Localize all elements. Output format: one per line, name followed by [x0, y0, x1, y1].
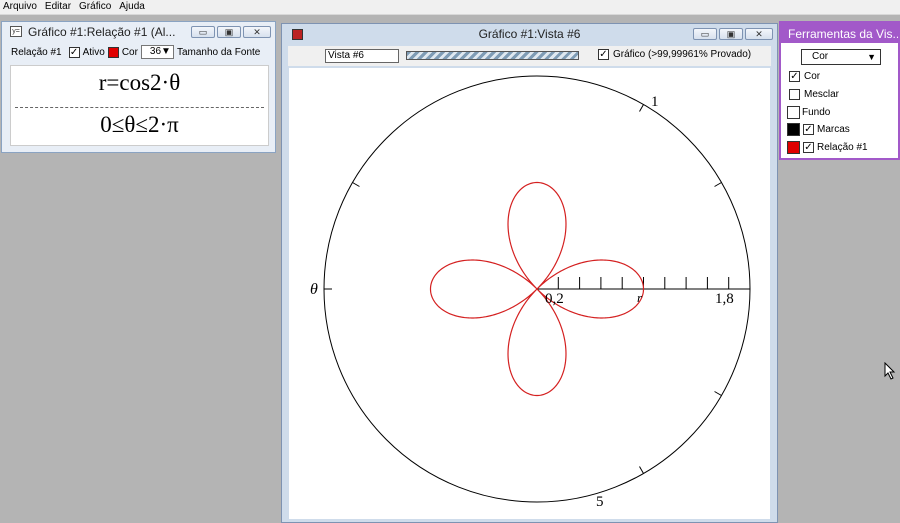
active-label: Ativo [82, 46, 105, 58]
font-size-input[interactable]: 36▼ [140, 45, 174, 59]
proof-label: Gráfico (>99,99961% Provado) [613, 49, 752, 60]
font-size-label: Tamanho da Fonte [176, 46, 261, 58]
formula-equation[interactable]: r=cos2·θ [11, 70, 268, 96]
proof-progress-bar [406, 51, 579, 60]
r-end-label: 1,8 [715, 291, 734, 307]
maximize-icon: ▣ [726, 29, 736, 39]
menu-bar: Arquivo Editar Gráfico Ajuda [0, 0, 900, 15]
view-name-field[interactable]: Vista #6 [325, 49, 399, 63]
tool-item-cor[interactable]: ✓ Cor [789, 71, 820, 82]
font-size-value: 36 [149, 46, 162, 57]
r-start-label: 0,2 [545, 291, 564, 307]
theta-label: θ [310, 281, 318, 298]
graph-window-title: Gráfico #1:Vista #6 [478, 27, 581, 41]
angle-tick [714, 391, 722, 396]
angle-tick [714, 182, 722, 187]
tick-label-bottom: 5 [596, 494, 604, 510]
graph-app-icon: y= [10, 26, 22, 37]
close-icon: ✕ [253, 27, 261, 37]
relation-window-title: Gráfico #1:Relação #1 (Al... [28, 25, 176, 39]
formula-editor[interactable]: r=cos2·θ 0≤θ≤2·π [10, 65, 269, 146]
cor-checkbox[interactable]: ✓ [789, 71, 800, 82]
tool-item-mesclar[interactable]: Mesclar [789, 89, 839, 100]
proof-checkbox[interactable]: ✓ [598, 49, 609, 60]
close-icon: ✕ [755, 29, 763, 39]
fundo-label: Fundo [802, 107, 831, 118]
mesclar-checkbox[interactable] [789, 89, 800, 100]
cor-label: Cor [804, 71, 821, 82]
tool-mode-dropdown[interactable]: Cor ▼ [801, 49, 881, 65]
minimize-button[interactable]: ▭ [191, 26, 215, 38]
graph-window-titlebar[interactable]: Gráfico #1:Vista #6 ▭ ▣ ✕ [282, 24, 777, 44]
maximize-button[interactable]: ▣ [719, 28, 743, 40]
marcas-color-swatch[interactable] [787, 123, 800, 136]
angle-tick [639, 466, 644, 474]
marcas-label: Marcas [817, 124, 850, 135]
relation-window-titlebar[interactable]: y= Gráfico #1:Relação #1 (Al... ▭ ▣ ✕ [2, 22, 275, 42]
maximize-icon: ▣ [224, 27, 234, 37]
menu-arquivo[interactable]: Arquivo [0, 0, 41, 14]
relacao-label: Relação #1 [817, 142, 868, 153]
marcas-checkbox[interactable]: ✓ [803, 124, 814, 135]
tool-item-relacao[interactable]: ✓ Relação #1 [787, 141, 868, 154]
graph-window-icon [292, 29, 303, 40]
relacao-checkbox[interactable]: ✓ [803, 142, 814, 153]
menu-grafico[interactable]: Gráfico [75, 0, 115, 14]
fundo-color-swatch[interactable] [787, 106, 800, 119]
formula-divider [15, 107, 264, 108]
polar-plot-area[interactable]: 1 5 θ 0,2 r 1,8 [289, 68, 770, 519]
view-tools-window: Ferramentas da Vis... Cor ▼ ✓ Cor Mescla… [779, 21, 900, 160]
tool-item-marcas[interactable]: ✓ Marcas [787, 123, 850, 136]
menu-ajuda[interactable]: Ajuda [115, 0, 149, 14]
menu-editar[interactable]: Editar [41, 0, 75, 14]
mesclar-label: Mesclar [804, 89, 840, 100]
active-checkbox[interactable]: ✓ [68, 46, 80, 58]
relation-name[interactable]: Relação #1 [11, 47, 62, 58]
relation-toolbar: Relação #1 ✓ Ativo Cor 36▼ Tamanho da Fo… [2, 42, 275, 62]
tools-window-title[interactable]: Ferramentas da Vis... [781, 23, 898, 43]
angle-tick [639, 104, 644, 112]
graph-window: Gráfico #1:Vista #6 ▭ ▣ ✕ Vista #6 ✓ Grá… [281, 23, 778, 523]
relation-window: y= Gráfico #1:Relação #1 (Al... ▭ ▣ ✕ Re… [1, 21, 276, 153]
relacao-color-swatch[interactable] [787, 141, 800, 154]
formula-domain[interactable]: 0≤θ≤2·π [11, 112, 268, 138]
minimize-icon: ▭ [198, 27, 208, 37]
relation-color-swatch[interactable] [107, 46, 119, 58]
color-label: Cor [121, 46, 138, 58]
mouse-cursor-icon [884, 362, 896, 380]
close-button[interactable]: ✕ [243, 26, 271, 38]
tick-label-top: 1 [651, 94, 659, 110]
tool-mode-value: Cor [812, 51, 829, 62]
close-button[interactable]: ✕ [745, 28, 773, 40]
tool-item-fundo[interactable]: Fundo [787, 106, 830, 119]
maximize-button[interactable]: ▣ [217, 26, 241, 38]
minimize-icon: ▭ [700, 29, 710, 39]
dropdown-arrow-icon: ▼ [867, 52, 876, 62]
angle-tick [352, 182, 360, 187]
minimize-button[interactable]: ▭ [693, 28, 717, 40]
polar-plot-svg: 1 5 θ 0,2 r 1,8 [310, 75, 751, 510]
view-toolbar: Vista #6 ✓ Gráfico (>99,99961% Provado) [288, 46, 771, 66]
proof-status: ✓ Gráfico (>99,99961% Provado) [598, 49, 751, 60]
